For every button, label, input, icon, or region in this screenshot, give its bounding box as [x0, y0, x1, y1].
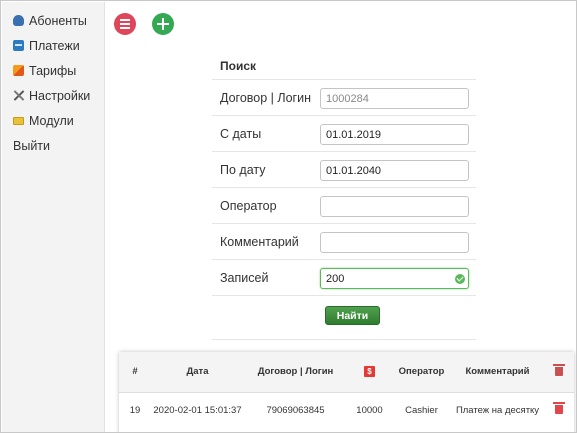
- list-icon: [120, 19, 130, 21]
- cell-delete: [544, 391, 574, 428]
- sidebar-item-modules[interactable]: Модули: [2, 108, 104, 133]
- sidebar-item-label: Настройки: [29, 88, 91, 103]
- date-from-input[interactable]: [320, 124, 469, 145]
- column-header-contract[interactable]: Договор | Логин: [244, 352, 347, 393]
- table-header-row: # Дата Договор | Логин $ Оператор Коммен…: [119, 352, 574, 393]
- field-label: С даты: [220, 127, 262, 141]
- tariffs-icon: [13, 65, 24, 76]
- payments-table: # Дата Договор | Логин $ Оператор Коммен…: [119, 352, 574, 432]
- sidebar-item-label: Тарифы: [29, 63, 77, 78]
- cell-num: 19: [119, 391, 151, 428]
- check-icon: [455, 274, 465, 284]
- form-row-comment: Комментарий: [212, 224, 476, 260]
- payments-icon: [13, 40, 24, 51]
- sidebar-item-payments[interactable]: Платежи: [2, 33, 104, 58]
- column-header-comment[interactable]: Комментарий: [451, 352, 544, 393]
- contract-login-input[interactable]: [320, 88, 469, 109]
- trash-icon: [553, 363, 565, 376]
- cell-comment: Платеж на десятку: [451, 391, 544, 428]
- cell-amount: 10000: [347, 391, 392, 428]
- column-header-amount[interactable]: $: [347, 352, 392, 393]
- cell-operator: Cashier: [392, 391, 451, 428]
- field-label: Записей: [220, 271, 269, 285]
- cell-date: 2020-02-01 15:01:37: [151, 391, 244, 428]
- list-icon: [120, 27, 130, 29]
- app-window: Абоненты Платежи Тарифы Настройки Модули…: [0, 0, 577, 433]
- sidebar-item-logout[interactable]: Выйти: [2, 133, 104, 158]
- search-form: Поиск Договор | Логин С даты По дату Опе…: [212, 52, 476, 340]
- users-icon: [13, 15, 24, 26]
- sidebar-item-label: Модули: [29, 113, 74, 128]
- form-actions: Найти: [212, 296, 476, 340]
- form-row-contract: Договор | Логин: [212, 80, 476, 116]
- column-header-operator[interactable]: Оператор: [392, 352, 451, 393]
- form-row-operator: Оператор: [212, 188, 476, 224]
- delete-row-icon[interactable]: [553, 402, 565, 415]
- sidebar-item-subscribers[interactable]: Абоненты: [2, 8, 104, 33]
- table-row: 19 2020-02-01 15:01:37 79069063845 10000…: [119, 391, 574, 428]
- form-row-date-to: По дату: [212, 152, 476, 188]
- comment-input[interactable]: [320, 232, 469, 253]
- sidebar-item-label: Абоненты: [29, 13, 87, 28]
- sidebar-item-settings[interactable]: Настройки: [2, 83, 104, 108]
- column-header-date[interactable]: Дата: [151, 352, 244, 393]
- form-title: Поиск: [212, 52, 476, 80]
- form-row-date-from: С даты: [212, 116, 476, 152]
- form-row-records: Записей: [212, 260, 476, 296]
- column-header-delete: [544, 352, 574, 393]
- modules-icon: [13, 116, 24, 125]
- sidebar-item-tariffs[interactable]: Тарифы: [2, 58, 104, 83]
- cell-contract[interactable]: 79069063845: [244, 391, 347, 428]
- money-icon: $: [364, 366, 375, 378]
- field-label: Оператор: [220, 199, 277, 213]
- sidebar-item-label: Выйти: [13, 138, 51, 153]
- list-button[interactable]: [114, 13, 136, 35]
- field-label: По дату: [220, 163, 266, 177]
- settings-icon: [13, 90, 24, 101]
- find-button[interactable]: Найти: [325, 306, 380, 325]
- column-header-num[interactable]: #: [119, 352, 151, 393]
- field-label: Договор | Логин: [220, 91, 311, 105]
- records-input[interactable]: [320, 268, 469, 289]
- date-to-input[interactable]: [320, 160, 469, 181]
- list-icon: [120, 23, 130, 25]
- field-label: Комментарий: [220, 235, 299, 249]
- sidebar-item-label: Платежи: [29, 38, 80, 53]
- sidebar: Абоненты Платежи Тарифы Настройки Модули…: [2, 2, 105, 432]
- add-button[interactable]: [152, 13, 174, 35]
- operator-input[interactable]: [320, 196, 469, 217]
